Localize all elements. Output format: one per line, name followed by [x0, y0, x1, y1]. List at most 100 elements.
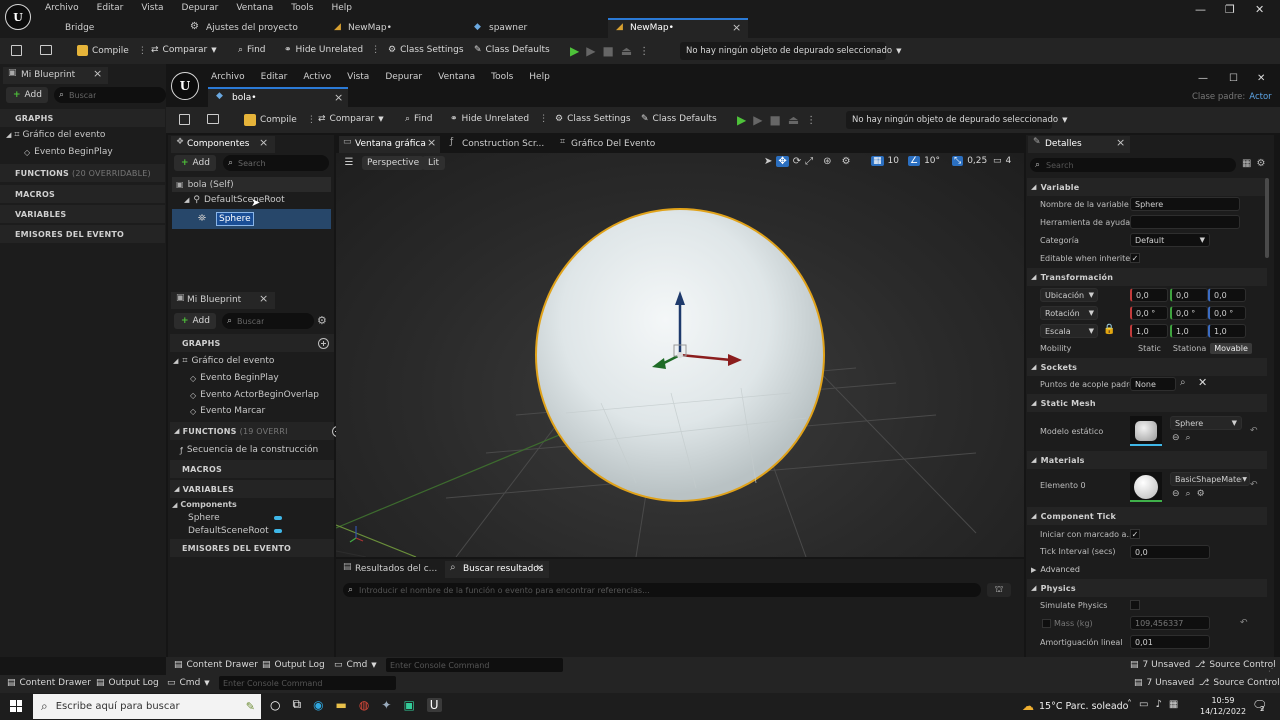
add-graph-icon[interactable]: [318, 338, 329, 349]
browse-asset-icon[interactable]: ⌕: [1186, 433, 1191, 443]
inner-menu-help[interactable]: Help: [529, 72, 550, 82]
details-search-input[interactable]: ⌕ Search: [1030, 158, 1236, 172]
details-settings-icon[interactable]: ⚙: [1256, 158, 1265, 169]
scale-x-input[interactable]: 1,0: [1130, 324, 1168, 338]
outer-debug-select[interactable]: No hay ningún objeto de depurado selecci…: [680, 42, 902, 60]
outer-menu-help[interactable]: Help: [331, 3, 352, 13]
find-in-all-blueprints-icon[interactable]: ⛫: [987, 583, 1011, 597]
reset-to-default-icon[interactable]: ↶: [1250, 480, 1258, 490]
inner-minimize-icon[interactable]: —: [1198, 73, 1208, 84]
use-selected-icon[interactable]: ⊖: [1172, 433, 1180, 443]
step-icon[interactable]: ▶: [586, 44, 595, 58]
outer-grafico-item[interactable]: ◢ ⌗ Gráfico del evento: [6, 130, 105, 140]
component-root-row[interactable]: ◢ ⚲ DefaultSceneRoot: [184, 195, 285, 205]
grid-snap-toggle[interactable]: ▦ 10: [871, 156, 899, 166]
outer-emisores-header[interactable]: EMISORES DEL EVENTO: [0, 225, 165, 243]
location-mode-select[interactable]: Ubicación ▼: [1040, 288, 1098, 302]
outer-my-blueprint-tab[interactable]: ▣ Mi Blueprint ×: [3, 67, 108, 84]
outer-unsaved-button[interactable]: ▤ 7 Unsaved: [1134, 678, 1194, 688]
inner-maximize-icon[interactable]: ☐: [1229, 73, 1238, 84]
event-graph-tab[interactable]: ⌗ Gráfico Del Evento: [556, 136, 660, 153]
lit-button[interactable]: Lit: [422, 156, 446, 170]
close-icon[interactable]: ×: [1116, 136, 1125, 149]
scale-snap-toggle[interactable]: ⤡ 0,25: [952, 156, 987, 166]
variable-section-header[interactable]: ◢ Variable: [1027, 178, 1267, 196]
inner-content-drawer-button[interactable]: ▤ Content Drawer: [174, 660, 258, 670]
outer-menu-tools[interactable]: Tools: [291, 3, 313, 13]
eject-icon[interactable]: ⏏: [788, 113, 799, 127]
components-tab[interactable]: ❖ Componentes ×: [171, 136, 275, 153]
inner-find-button[interactable]: ⌕ Find: [405, 114, 433, 124]
stop-icon[interactable]: ■: [769, 113, 780, 127]
camera-speed-button[interactable]: ▭ 4: [993, 156, 1011, 166]
stop-icon[interactable]: ■: [602, 44, 613, 58]
inner-output-log-button[interactable]: ▤ Output Log: [262, 660, 325, 670]
property-matrix-icon[interactable]: ▦: [1242, 158, 1251, 169]
step-icon[interactable]: ▶: [753, 113, 762, 127]
linear-damping-input[interactable]: 0,01: [1130, 635, 1210, 649]
outer-tab-bridge[interactable]: Bridge: [38, 19, 178, 37]
outer-compile-button[interactable]: Compile ⋮: [77, 45, 147, 56]
my-blueprint-search-input[interactable]: ⌕ Buscar: [222, 313, 314, 329]
select-tool-icon[interactable]: ➤: [764, 156, 772, 167]
outer-comparar-button[interactable]: ⇄ Comparar ▼: [151, 45, 217, 55]
outer-class-settings-button[interactable]: ⚙ Class Settings: [388, 45, 464, 55]
outer-find-button[interactable]: ⌕ Find: [238, 45, 266, 55]
sockets-section-header[interactable]: ◢ Sockets: [1027, 358, 1267, 376]
outer-tab-newmap-2[interactable]: ◢ NewMap• ×: [608, 18, 748, 38]
rotation-x-input[interactable]: 0,0 °: [1130, 306, 1168, 320]
inner-menu-editar[interactable]: Editar: [261, 72, 288, 82]
simulate-physics-checkbox[interactable]: [1130, 600, 1140, 610]
static-mesh-thumbnail[interactable]: [1130, 416, 1162, 446]
taskbar-clock[interactable]: 10:59 14/12/2022: [1200, 695, 1246, 717]
cortana-icon[interactable]: ○: [270, 698, 280, 712]
grafico-item[interactable]: ◢ ⌗ Gráfico del evento: [173, 356, 274, 366]
physics-section-header[interactable]: ◢ Physics: [1027, 579, 1267, 597]
perspective-button[interactable]: Perspective: [362, 156, 425, 170]
scale-y-input[interactable]: 1,0: [1170, 324, 1208, 338]
inner-class-settings-button[interactable]: ⚙ Class Settings: [555, 114, 631, 124]
outer-left-add-button[interactable]: + Add: [6, 87, 48, 103]
location-z-input[interactable]: 0,0: [1208, 288, 1246, 302]
inner-comparar-button[interactable]: ⇄ Comparar ▼: [318, 114, 384, 124]
outer-class-defaults-button[interactable]: ✎ Class Defaults: [474, 45, 550, 55]
app-icon[interactable]: ✦: [381, 698, 391, 712]
inner-close-icon[interactable]: ✕: [1257, 73, 1265, 84]
viewport-tab[interactable]: ▭ Ventana gráfica ×: [339, 136, 440, 153]
static-mesh-select[interactable]: Sphere ▼: [1170, 416, 1242, 430]
edge-icon[interactable]: ◉: [313, 698, 323, 712]
graphs-header[interactable]: GRAPHS: [170, 334, 334, 352]
components-category[interactable]: ◢ Components: [172, 500, 237, 509]
inner-console-input[interactable]: Enter Console Command: [386, 658, 563, 672]
event-item-actor-begin-overlap[interactable]: ◇ Evento ActorBeginOverlap: [190, 390, 319, 400]
details-tab[interactable]: ✎ Detalles ×: [1028, 136, 1130, 153]
browse-asset-icon[interactable]: ⌕: [1186, 489, 1191, 499]
browse-icon[interactable]: [207, 114, 219, 124]
event-item-marcar[interactable]: ◇ Evento Marcar: [190, 406, 265, 416]
outer-minimize-icon[interactable]: —: [1195, 3, 1206, 16]
find-results-search-input[interactable]: ⌕ Introducir el nombre de la función o ev…: [343, 583, 981, 597]
rotation-mode-select[interactable]: Rotación ▼: [1040, 306, 1098, 320]
scale-tool-icon[interactable]: ⤢: [805, 156, 813, 167]
inner-doc-tab-bola[interactable]: ◆ bola• ×: [208, 87, 348, 107]
unreal-taskbar-icon[interactable]: U: [426, 697, 442, 712]
network-icon[interactable]: ▭: [1139, 699, 1148, 710]
outer-tab-spawner[interactable]: ◆ spawner: [466, 19, 606, 37]
tick-section-header[interactable]: ◢ Component Tick: [1027, 507, 1267, 525]
reset-to-default-icon[interactable]: ↶: [1240, 618, 1248, 628]
my-blueprint-tab[interactable]: ▣ Mi Blueprint ×: [171, 292, 275, 309]
inner-source-control-button[interactable]: ⎇ Source Control: [1195, 660, 1276, 670]
inner-menu-archivo[interactable]: Archivo: [211, 72, 245, 82]
construction-script-item[interactable]: ƒ Secuencia de la construcción: [180, 445, 318, 455]
app-green-icon[interactable]: ▣: [403, 698, 414, 712]
windows-start-icon[interactable]: [10, 700, 22, 712]
outer-variables-header[interactable]: VARIABLES: [0, 205, 165, 223]
material-select[interactable]: BasicShapeMaterial▼: [1170, 472, 1250, 486]
save-icon[interactable]: [179, 114, 190, 125]
rotation-z-input[interactable]: 0,0 °: [1208, 306, 1246, 320]
outer-output-log-button[interactable]: ▤ Output Log: [96, 678, 159, 688]
taskbar-search-box[interactable]: ⌕ Escribe aquí para buscar ✎: [33, 694, 261, 719]
construction-script-tab[interactable]: ƒ Construction Scr...: [446, 136, 550, 153]
browse-socket-icon[interactable]: ⌕: [1180, 377, 1186, 388]
tray-chevron-icon[interactable]: ˄: [1127, 699, 1132, 710]
